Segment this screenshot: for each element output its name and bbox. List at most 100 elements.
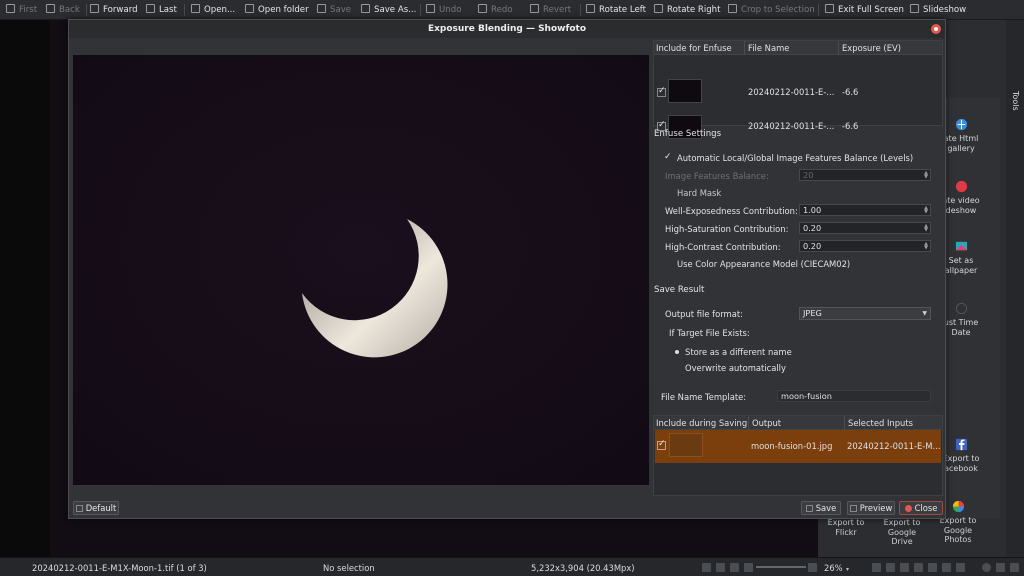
clock-icon — [955, 302, 967, 315]
save-as-icon — [361, 4, 370, 13]
enfuse-settings-title: Enfuse Settings — [654, 129, 722, 139]
zoom-in-icon[interactable] — [808, 563, 817, 572]
zoom-out-icon[interactable] — [744, 563, 753, 572]
fullscreen-icon[interactable] — [1010, 563, 1019, 572]
input-exposure: -6.6 — [842, 121, 859, 131]
overexposure-icon[interactable] — [716, 563, 725, 572]
store-different-radio[interactable] — [673, 348, 681, 356]
save-checkbox[interactable] — [657, 439, 666, 450]
input-file-name: 20240212-0011-E-... — [748, 121, 835, 131]
rotate-right-button[interactable]: Rotate Right — [654, 3, 721, 17]
default-button[interactable]: Default — [73, 501, 119, 515]
exit-fullscreen-button[interactable]: Exit Full Screen — [825, 3, 904, 17]
ciecam-checkbox-label[interactable]: Use Color Appearance Model (CIECAM02) — [677, 259, 850, 269]
open-icon — [191, 4, 200, 13]
revert-icon — [530, 4, 539, 13]
back-button[interactable]: Back — [46, 3, 80, 17]
rotate-left-button[interactable]: Rotate Left — [586, 3, 646, 17]
folder-icon — [245, 4, 254, 13]
save-toolbar-button[interactable]: Save — [317, 3, 351, 17]
save-result-title: Save Result — [654, 285, 705, 295]
spin-arrows-icon: ▲ ▼ — [924, 223, 928, 233]
rotate-right-icon — [654, 4, 663, 13]
column-divider — [838, 41, 839, 55]
spin-arrows-icon: ▲ ▼ — [924, 205, 928, 215]
view-mode-6-icon[interactable] — [942, 563, 951, 572]
exposure-blending-dialog: Exposure Blending — Showfoto Include for — [68, 19, 946, 519]
high-saturation-label: High-Saturation Contribution: — [665, 224, 789, 234]
col-include-enfuse[interactable]: Include for Enfuse — [656, 43, 732, 53]
last-icon — [146, 4, 155, 13]
save-as-button[interactable]: Save As... — [361, 3, 416, 17]
toolbar-separator — [86, 4, 87, 16]
status-filename: 20240212-0011-E-M1X-Moon-1.tif (1 of 3) — [32, 563, 207, 573]
output-file-name: moon-fusion-01.jpg — [751, 441, 833, 451]
template-input[interactable]: moon-fusion — [777, 390, 931, 402]
html-gallery-icon — [955, 118, 967, 131]
zoom-dropdown-icon[interactable]: ▾ — [846, 566, 849, 573]
col-selected-inputs[interactable]: Selected Inputs — [848, 418, 913, 428]
back-icon — [46, 4, 55, 13]
col-exposure[interactable]: Exposure (EV) — [842, 43, 901, 53]
features-balance-label: Image Features Balance: — [665, 171, 769, 181]
high-contrast-spinbox[interactable]: 0.20 ▲ ▼ — [799, 240, 931, 252]
input-thumbnail — [668, 79, 702, 103]
save-icon — [317, 4, 326, 13]
close-button[interactable]: Close — [899, 501, 943, 515]
redo-button[interactable]: Redo — [478, 3, 513, 17]
crop-button[interactable]: Crop to Selection — [728, 3, 815, 17]
toolbar-separator — [580, 4, 581, 16]
col-file-name[interactable]: File Name — [748, 43, 789, 53]
toolbar-separator — [818, 4, 819, 16]
output-selected-inputs: 20240212-0011-E-M... — [847, 441, 941, 451]
save-button[interactable]: Save — [801, 501, 841, 515]
forward-icon — [90, 4, 99, 13]
zoom-slider[interactable] — [756, 566, 806, 568]
view-mode-5-icon[interactable] — [928, 563, 937, 572]
exit-fullscreen-icon — [825, 4, 834, 13]
output-format-label: Output file format: — [665, 309, 743, 319]
settings-icon[interactable] — [982, 563, 991, 572]
google-photos-icon — [952, 500, 964, 513]
output-row-selected[interactable]: moon-fusion-01.jpg 20240212-0011-E-M... — [655, 430, 941, 463]
close-icon — [904, 505, 912, 512]
zoom-level[interactable]: 26% — [824, 562, 843, 574]
view-mode-3-icon[interactable] — [900, 563, 909, 572]
status-selection: No selection — [323, 563, 375, 573]
enfuse-checkbox[interactable] — [657, 86, 666, 97]
first-button[interactable]: First — [6, 3, 37, 17]
color-managed-icon[interactable] — [730, 563, 739, 572]
main-toolbar: First Back Forward Last Open... Open fol… — [0, 0, 1024, 20]
preview-button[interactable]: Preview — [847, 501, 895, 515]
auto-balance-label: Automatic Local/Global Image Features Ba… — [677, 153, 914, 163]
revert-button[interactable]: Revert — [530, 3, 571, 17]
view-mode-1-icon[interactable] — [872, 563, 881, 572]
moon-preview-image — [73, 55, 649, 485]
hard-mask-label[interactable]: Hard Mask — [677, 188, 721, 198]
col-include-saving[interactable]: Include during Saving — [656, 418, 747, 428]
view-mode-2-icon[interactable] — [886, 563, 895, 572]
store-different-label: Store as a different name — [685, 347, 792, 357]
overwrite-label[interactable]: Overwrite automatically — [685, 363, 786, 373]
rotate-left-icon — [586, 4, 595, 13]
open-button[interactable]: Open... — [191, 3, 235, 17]
open-folder-button[interactable]: Open folder — [245, 3, 309, 17]
slideshow-button[interactable]: Slideshow — [910, 3, 966, 17]
high-saturation-spinbox[interactable]: 0.20 ▲ ▼ — [799, 222, 931, 234]
last-button[interactable]: Last — [146, 3, 177, 17]
input-exposure: -6.6 — [842, 87, 859, 97]
view-mode-7-icon[interactable] — [956, 563, 965, 572]
forward-button[interactable]: Forward — [90, 3, 138, 17]
output-format-select[interactable]: JPEG ▼ — [799, 307, 931, 320]
auto-balance-checkbox[interactable] — [663, 152, 672, 163]
features-balance-spinbox[interactable]: 20 ▲ ▼ — [799, 169, 931, 181]
histogram-icon[interactable] — [702, 563, 711, 572]
output-table-header: Include during Saving Output Selected In… — [654, 416, 942, 430]
dialog-close-icon[interactable] — [931, 24, 941, 34]
col-output[interactable]: Output — [752, 418, 781, 428]
panel-toggle-icon[interactable] — [996, 563, 1005, 572]
view-mode-4-icon[interactable] — [914, 563, 923, 572]
tools-tab[interactable]: Tools — [1006, 90, 1024, 112]
undo-button[interactable]: Undo — [426, 3, 461, 17]
well-exposedness-spinbox[interactable]: 1.00 ▲ ▼ — [799, 204, 931, 216]
